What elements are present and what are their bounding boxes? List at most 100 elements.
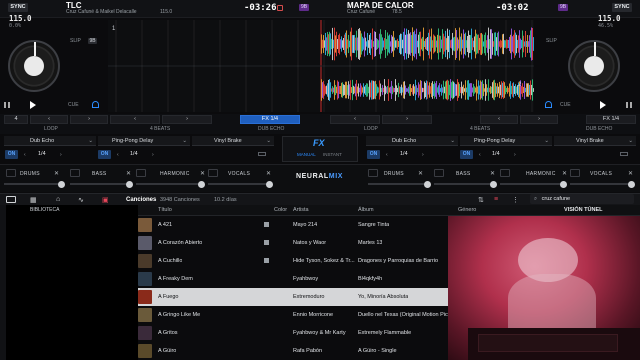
- sync-button-left[interactable]: SYNC: [8, 3, 28, 12]
- vocals-icon-right: [570, 169, 580, 177]
- slip-label-left[interactable]: SLIP: [70, 38, 81, 44]
- stem-vocals-fx-icon-left[interactable]: ✕: [266, 170, 271, 177]
- stem-vocals-slider-left[interactable]: [208, 180, 273, 188]
- stem-harmonic-slider-right[interactable]: [500, 180, 567, 188]
- table-row[interactable]: A Cuchillo Hide Tyson, Sokez & Tr... Drago…: [138, 252, 448, 270]
- table-row[interactable]: A Freaky Dem Fyahbwoy Bl4qkfy4h: [138, 270, 448, 288]
- headphone-icon-right[interactable]: [545, 101, 552, 108]
- fx1-on-button-left[interactable]: ON: [5, 150, 18, 159]
- stem-harmonic-fx-icon-right[interactable]: ✕: [562, 170, 567, 177]
- search-input[interactable]: ⌕ cruz cafune: [530, 194, 634, 204]
- songs-tab[interactable]: Canciones: [126, 197, 156, 203]
- table-row[interactable]: A Güiro Rafa Pabón A Güiro - Single: [138, 342, 448, 360]
- table-row[interactable]: A Fuego Extremoduro Yo, Minoría Absoluta: [138, 288, 448, 306]
- fx2-next-left[interactable]: ›: [152, 152, 154, 158]
- waveform-bar: [522, 83, 523, 97]
- waveform-bar: [409, 84, 410, 96]
- stem-harmonic-slider-left[interactable]: [136, 180, 205, 188]
- fx3-toggle-right[interactable]: [620, 152, 628, 156]
- waveform-bar: [436, 40, 437, 48]
- fx2-select-right[interactable]: Ping-Pong Delay ⌄: [460, 136, 552, 146]
- play-icon-right[interactable]: [600, 101, 606, 109]
- columns-icon[interactable]: ⋮: [512, 196, 519, 204]
- loop-halve-right[interactable]: ‹: [480, 115, 518, 124]
- loop-halve-left[interactable]: ‹: [30, 115, 68, 124]
- stem-bass-fx-icon-right[interactable]: ✕: [490, 170, 495, 177]
- loop-double-left[interactable]: ›: [70, 115, 108, 124]
- col-title[interactable]: Título: [158, 205, 172, 216]
- fx1-next-left[interactable]: ›: [60, 152, 62, 158]
- stem-drums-fx-icon-left[interactable]: ✕: [54, 170, 59, 177]
- home-icon[interactable]: ⌂: [56, 196, 60, 203]
- col-album[interactable]: Álbum: [358, 205, 374, 216]
- waveform-bar: [523, 35, 524, 53]
- stem-drums-slider-left[interactable]: [4, 180, 65, 188]
- waveform-bar: [449, 29, 450, 59]
- fx3-select-right[interactable]: Vinyl Brake ⌄: [554, 136, 636, 146]
- loop-double-right[interactable]: ›: [520, 115, 558, 124]
- fx3-toggle-left[interactable]: [258, 152, 266, 156]
- pause-icon-left[interactable]: [4, 102, 10, 108]
- table-row[interactable]: A 421 Mayo 214 Sangre Tinta: [138, 216, 448, 234]
- fx-size-right[interactable]: FX 1/4: [586, 115, 636, 124]
- col-artist[interactable]: Artista: [293, 205, 309, 216]
- jog-wheel-left[interactable]: [8, 40, 60, 92]
- table-row[interactable]: A Gritos Fyahbwoy & Mr Karty Extremely Fla…: [138, 324, 448, 342]
- table-row[interactable]: A Gringo Like Me Ennio Morricone Duello ne…: [138, 306, 448, 324]
- loop-next-left[interactable]: ›: [162, 115, 212, 124]
- fx3-select-left[interactable]: Vinyl Brake ⌄: [192, 136, 274, 146]
- fx2-on-button-left[interactable]: ON: [98, 150, 111, 159]
- loop-prev-left[interactable]: ‹: [110, 115, 160, 124]
- loop-prev-right[interactable]: ‹: [330, 115, 380, 124]
- cue-label-right[interactable]: CUE: [560, 102, 571, 108]
- row-title: A Güiro: [158, 348, 177, 354]
- fx1-prev-left[interactable]: ‹: [24, 152, 26, 158]
- pause-icon-right[interactable]: [626, 102, 632, 108]
- stem-drums-slider-right[interactable]: [368, 180, 431, 188]
- col-genre[interactable]: Género: [458, 207, 476, 213]
- waveform-bar: [392, 85, 393, 95]
- fx2-prev-left[interactable]: ‹: [117, 152, 119, 158]
- fx1-select-left[interactable]: Dub Echo ⌄: [4, 136, 96, 146]
- stem-bass-fx-icon-left[interactable]: ✕: [126, 170, 131, 177]
- stem-vocals-fx-icon-right[interactable]: ✕: [628, 170, 633, 177]
- filter-icon[interactable]: ⇅: [478, 196, 484, 204]
- loop-size-left[interactable]: 4: [4, 115, 28, 124]
- stem-vocals-slider-right[interactable]: [570, 180, 635, 188]
- jog-wheel-right[interactable]: [568, 40, 620, 92]
- fx1-on-button-right[interactable]: ON: [367, 150, 380, 159]
- sync-button-right[interactable]: SYNC: [612, 3, 632, 12]
- waveform-display[interactable]: 1 2: [108, 20, 534, 112]
- sidebar-biblioteca[interactable]: BIBLIOTECA: [30, 207, 59, 213]
- stem-drums-fx-icon-right[interactable]: ✕: [418, 170, 423, 177]
- waveform-bar: [418, 34, 419, 54]
- fx2-on-button-right[interactable]: ON: [460, 150, 473, 159]
- fx2-select-left[interactable]: Ping-Pong Delay ⌄: [98, 136, 190, 146]
- fx-size-button[interactable]: FX 1/4: [240, 115, 300, 124]
- cue-label-left[interactable]: CUE: [68, 102, 79, 108]
- fx1-prev-right[interactable]: ‹: [386, 152, 388, 158]
- loop-next-right[interactable]: ›: [382, 115, 432, 124]
- fx-instant-tab[interactable]: INSTANT: [323, 152, 342, 157]
- list-view-icon[interactable]: ≡: [494, 196, 498, 203]
- fx2-prev-right[interactable]: ‹: [479, 152, 481, 158]
- stem-bass-slider-left[interactable]: [70, 180, 133, 188]
- camera-icon[interactable]: [6, 196, 16, 203]
- play-icon-left[interactable]: [30, 101, 36, 109]
- headphone-icon-left[interactable]: [92, 101, 99, 108]
- waveform-bar: [419, 31, 420, 57]
- stem-harmonic-fx-icon-left[interactable]: ✕: [200, 170, 205, 177]
- activity-icon[interactable]: ∿: [78, 196, 84, 204]
- fx-manual-tab[interactable]: MANUAL: [297, 152, 316, 157]
- stem-bass-slider-right[interactable]: [434, 180, 497, 188]
- fx1-select-right[interactable]: Dub Echo ⌄: [366, 136, 458, 146]
- col-color[interactable]: Color: [274, 205, 287, 216]
- slip-label-right[interactable]: SLIP: [546, 38, 557, 44]
- grid-icon[interactable]: ▦: [30, 196, 37, 204]
- fx2-next-right[interactable]: ›: [514, 152, 516, 158]
- waveform-bar: [514, 85, 515, 95]
- table-row[interactable]: A Corazón Abierto Natos y Waor Martes 13: [138, 234, 448, 252]
- waveform-bar: [326, 85, 327, 95]
- fx1-next-right[interactable]: ›: [422, 152, 424, 158]
- bag-icon[interactable]: ▣: [102, 196, 109, 204]
